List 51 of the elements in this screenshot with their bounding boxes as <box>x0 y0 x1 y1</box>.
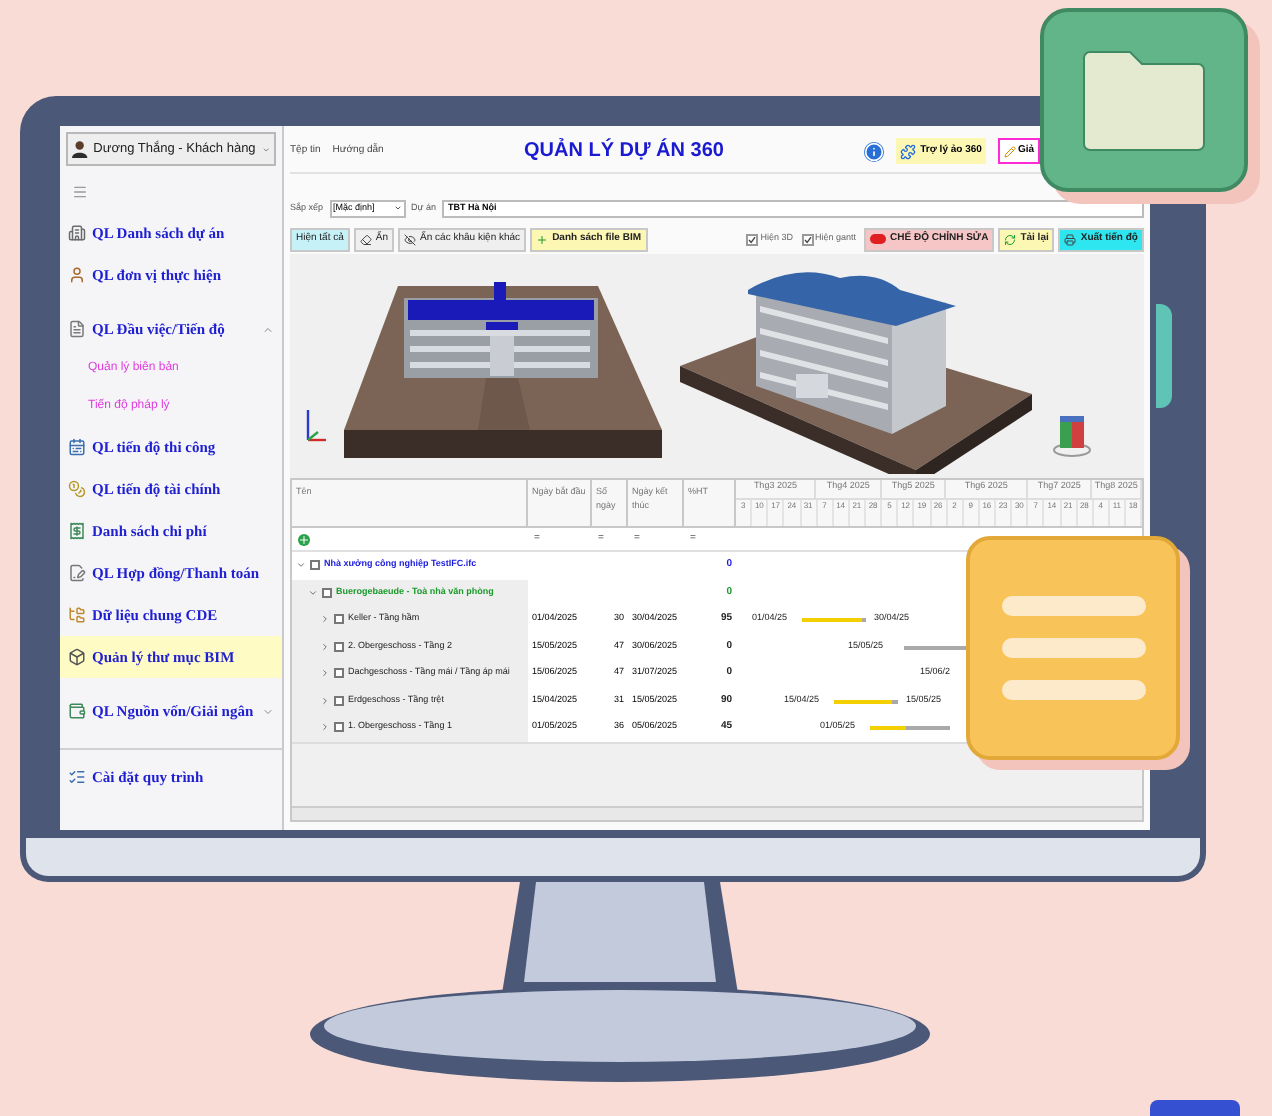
node-icon <box>334 722 344 733</box>
printer-icon <box>1064 233 1077 245</box>
folder-icon <box>1082 48 1206 152</box>
node-icon <box>334 641 344 652</box>
node-icon <box>334 668 344 679</box>
chevron-down-icon[interactable] <box>296 560 306 571</box>
wallet-icon <box>68 702 86 720</box>
caret-icon <box>261 143 270 155</box>
puzzle-icon <box>900 143 917 159</box>
calendar-icon <box>68 438 86 456</box>
node-icon <box>334 614 344 625</box>
check-icon <box>748 235 757 243</box>
chevron-down-icon[interactable] <box>262 705 274 717</box>
check-icon <box>803 235 812 243</box>
contract-icon <box>68 564 86 582</box>
view-cube-icon[interactable] <box>1052 414 1092 458</box>
decor-shape <box>1156 304 1172 408</box>
checkbox[interactable] <box>746 233 759 245</box>
checkbox[interactable] <box>801 233 814 245</box>
axis-icon <box>302 406 330 446</box>
decor-shape <box>1150 1100 1240 1116</box>
eraser-icon <box>359 233 372 245</box>
menu-icon[interactable] <box>72 184 88 200</box>
chevron-right-icon[interactable] <box>320 695 330 706</box>
toggle-icon <box>870 234 887 244</box>
chevron-down-icon[interactable] <box>308 587 318 598</box>
chevron-right-icon[interactable] <box>320 668 330 679</box>
list-icon <box>68 768 86 786</box>
node-icon <box>310 560 320 571</box>
person-icon <box>68 266 86 284</box>
info-icon[interactable] <box>864 141 885 161</box>
chevron-up-icon[interactable] <box>262 323 274 335</box>
box-icon <box>68 648 86 666</box>
node-icon <box>334 695 344 706</box>
refresh-icon <box>1004 233 1017 245</box>
app-title: QUẢN LÝ DỰ ÁN 360 <box>521 136 726 166</box>
chevron-right-icon[interactable] <box>320 722 330 733</box>
user-avatar-icon <box>72 136 88 162</box>
receipt-icon <box>68 522 86 540</box>
eye-off-icon <box>404 233 417 245</box>
chevron-right-icon[interactable] <box>320 641 330 652</box>
plus-icon <box>536 233 549 245</box>
building-icon <box>68 224 86 242</box>
add-row-icon[interactable] <box>298 533 310 545</box>
node-icon <box>322 587 332 598</box>
document-icon <box>68 320 86 338</box>
chevron-right-icon[interactable] <box>320 614 330 625</box>
pencil-icon <box>1003 145 1016 157</box>
text-lines-icon <box>997 592 1149 704</box>
coins-icon <box>68 480 86 498</box>
folder-tree-icon <box>68 606 86 624</box>
